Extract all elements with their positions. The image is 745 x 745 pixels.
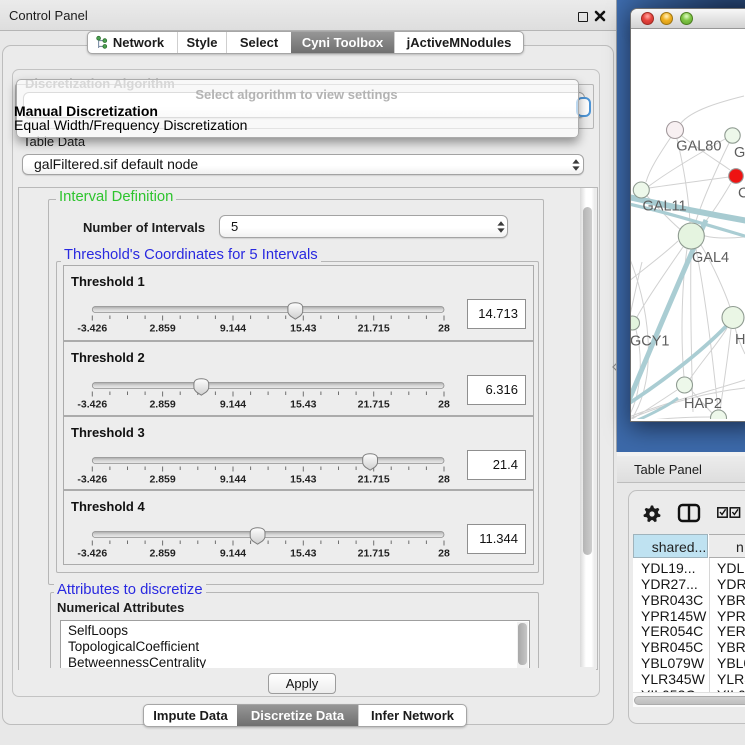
svg-text:9.144: 9.144 xyxy=(220,548,246,560)
svg-text:-3.426: -3.426 xyxy=(77,474,107,486)
svg-text:2.859: 2.859 xyxy=(149,399,175,411)
svg-text:GCY1: GCY1 xyxy=(631,334,670,350)
svg-text:9.144: 9.144 xyxy=(220,323,246,335)
svg-text:28: 28 xyxy=(438,399,450,411)
svg-text:9.144: 9.144 xyxy=(220,474,246,486)
svg-text:21.715: 21.715 xyxy=(358,548,390,560)
svg-text:15.43: 15.43 xyxy=(290,323,316,335)
svg-text:21.715: 21.715 xyxy=(358,323,390,335)
svg-text:15.43: 15.43 xyxy=(290,399,316,411)
svg-text:-3.426: -3.426 xyxy=(77,399,107,411)
svg-text:2.859: 2.859 xyxy=(149,474,175,486)
svg-text:15.43: 15.43 xyxy=(290,548,316,560)
svg-text:GAL4: GAL4 xyxy=(692,250,729,266)
svg-text:C: C xyxy=(738,186,745,202)
svg-text:21.715: 21.715 xyxy=(358,399,390,411)
svg-text:GA: GA xyxy=(734,145,745,161)
svg-text:HAP2: HAP2 xyxy=(684,396,722,412)
svg-text:GAL80: GAL80 xyxy=(676,139,721,155)
svg-text:2.859: 2.859 xyxy=(149,548,175,560)
svg-text:GAL11: GAL11 xyxy=(643,199,687,215)
svg-text:28: 28 xyxy=(438,323,450,335)
svg-text:28: 28 xyxy=(438,548,450,560)
svg-text:-3.426: -3.426 xyxy=(77,548,107,560)
svg-text:28: 28 xyxy=(438,474,450,486)
svg-text:-3.426: -3.426 xyxy=(77,323,107,335)
svg-text:9.144: 9.144 xyxy=(220,399,246,411)
svg-text:21.715: 21.715 xyxy=(358,474,390,486)
svg-text:15.43: 15.43 xyxy=(290,474,316,486)
svg-text:2.859: 2.859 xyxy=(149,323,175,335)
svg-text:H: H xyxy=(735,332,745,348)
